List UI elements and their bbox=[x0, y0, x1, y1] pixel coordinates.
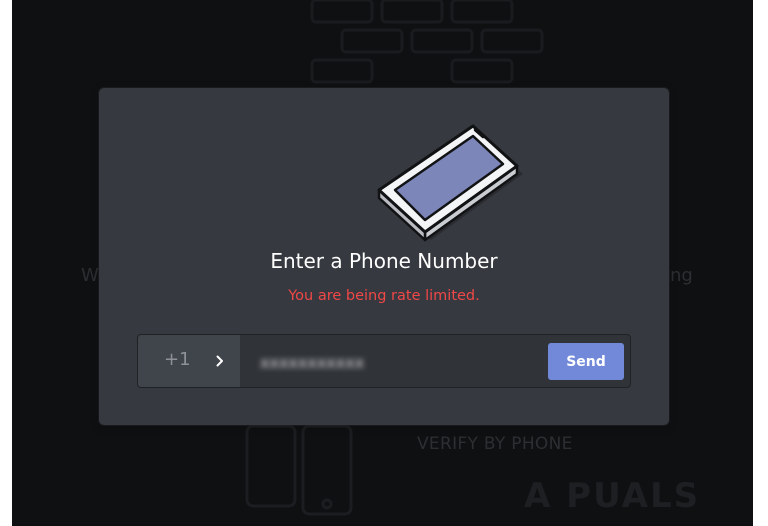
background-devices-illustration bbox=[245, 424, 353, 516]
phone-number-input[interactable] bbox=[258, 347, 532, 377]
phone-input-group: +1 Send bbox=[137, 334, 631, 388]
send-button[interactable]: Send bbox=[548, 343, 624, 380]
watermark: A PUALS bbox=[524, 476, 701, 516]
background-text-left: W bbox=[81, 265, 99, 286]
chevron-right-icon bbox=[216, 355, 223, 367]
phone-illustration-icon bbox=[377, 124, 523, 242]
country-code-selector[interactable]: +1 bbox=[138, 335, 240, 387]
background-bricks-illustration bbox=[310, 0, 544, 84]
phone-number-modal: Enter a Phone Number You are being rate … bbox=[99, 88, 669, 425]
background-verify-label: VERIFY BY PHONE bbox=[417, 434, 573, 454]
modal-title: Enter a Phone Number bbox=[270, 249, 498, 273]
country-code-value: +1 bbox=[164, 349, 191, 370]
backdrop: W ng VERIFY BY PHONE A PUALS Enter a Pho… bbox=[12, 0, 753, 526]
background-text-right: ng bbox=[670, 265, 693, 286]
rate-limit-error: You are being rate limited. bbox=[288, 288, 480, 304]
